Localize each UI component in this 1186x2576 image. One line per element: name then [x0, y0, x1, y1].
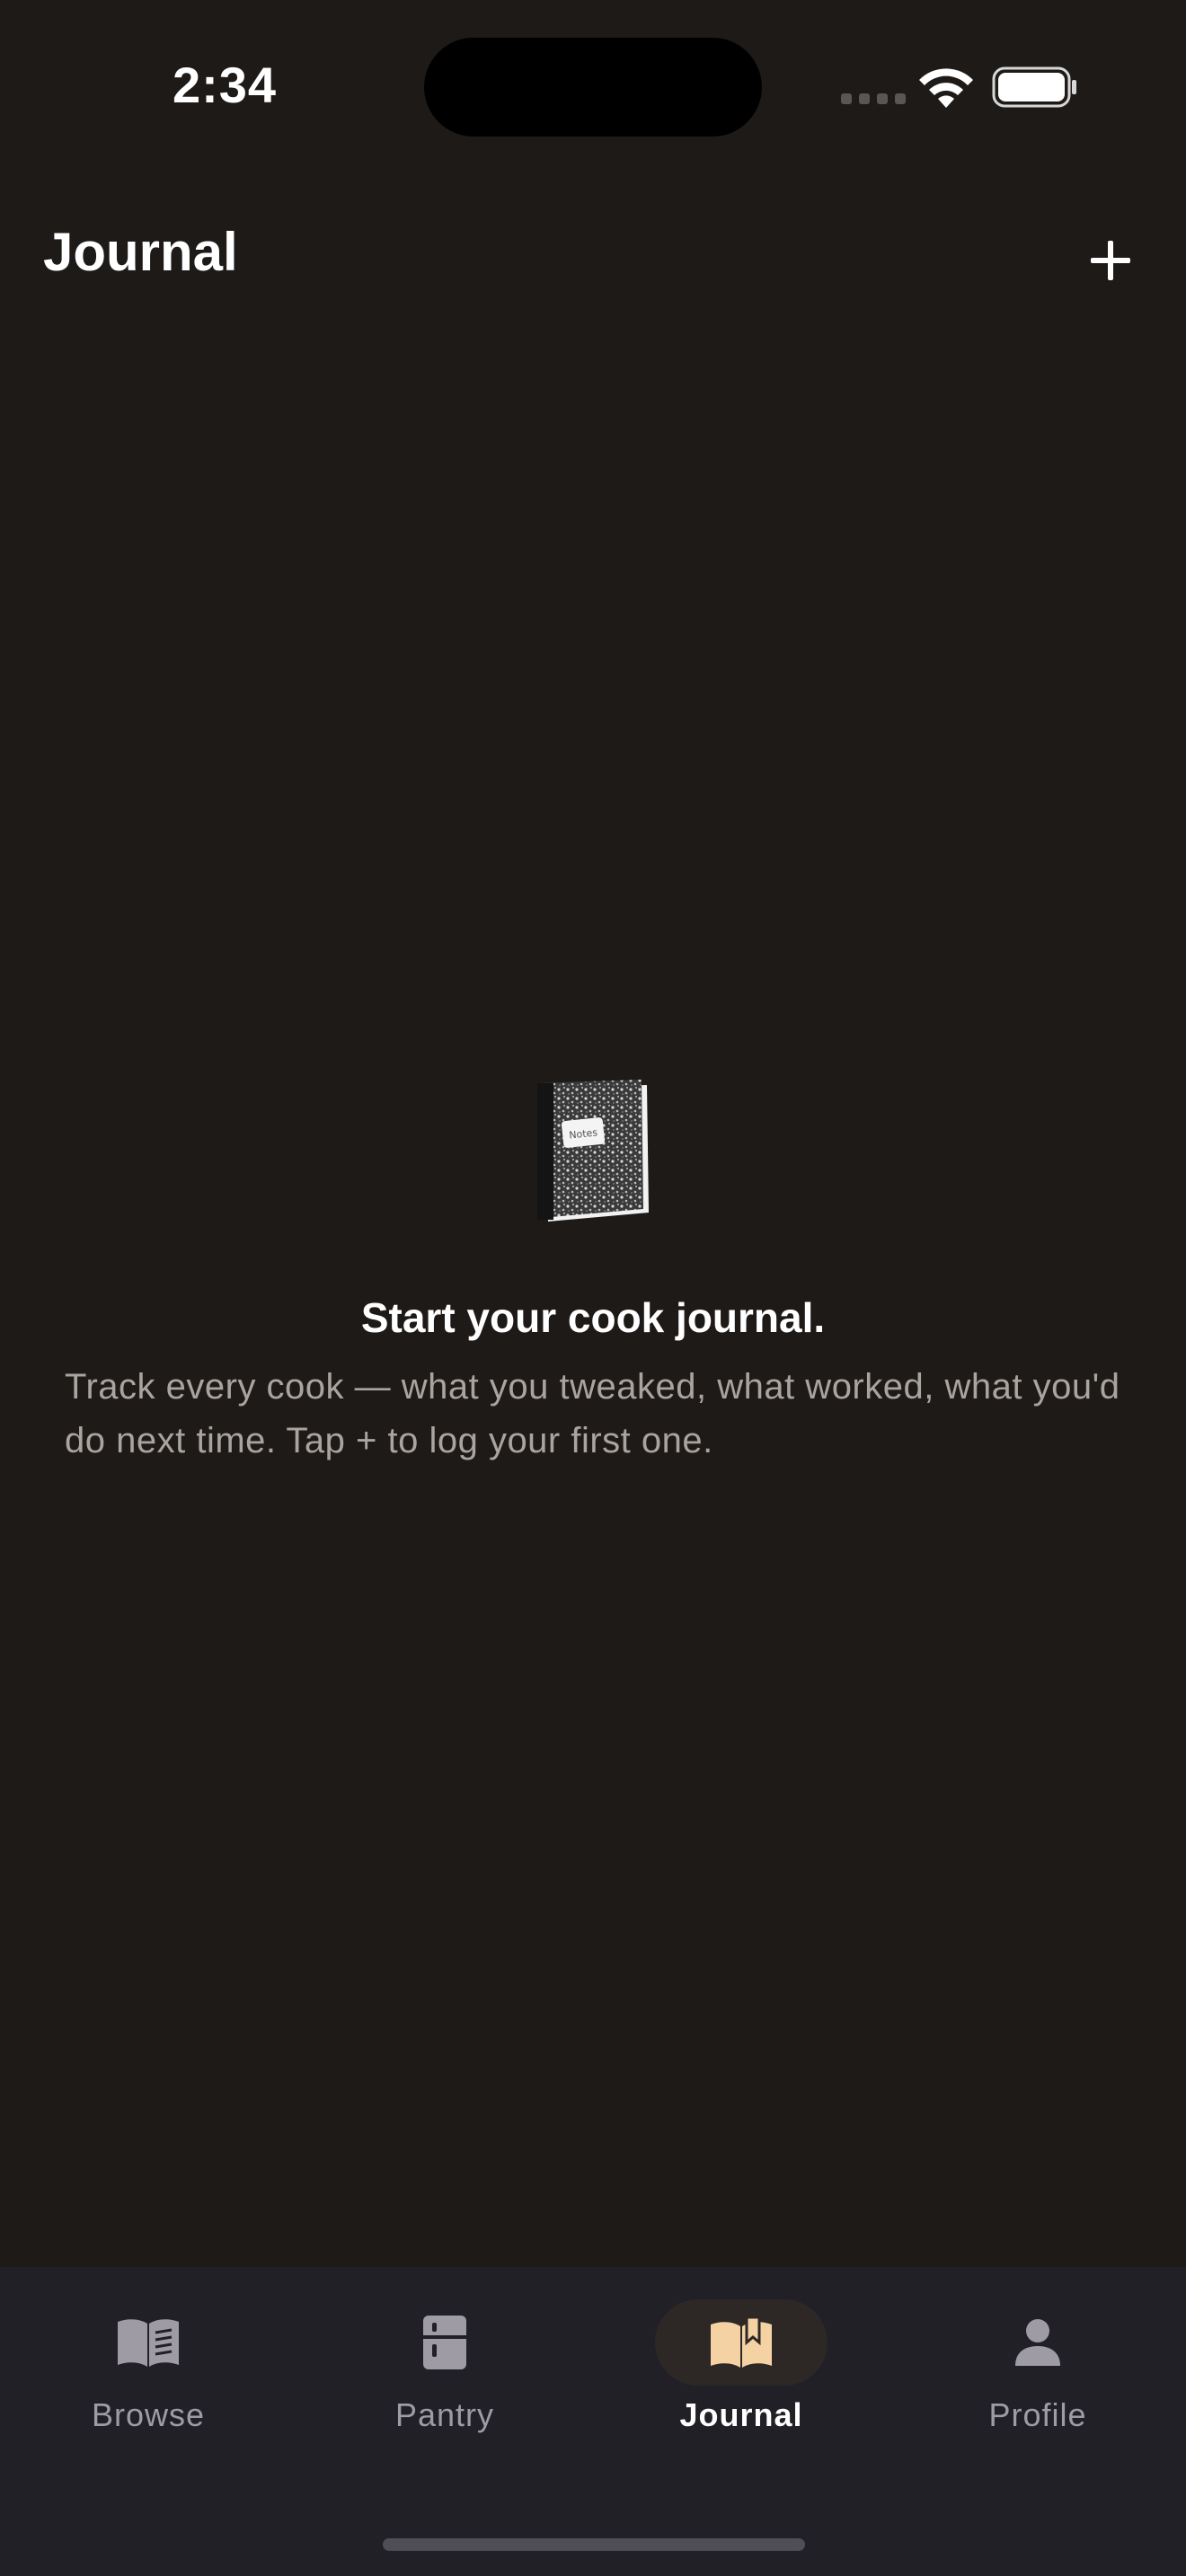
home-indicator[interactable] [383, 2538, 805, 2551]
fridge-icon [423, 2316, 466, 2369]
status-time: 2:34 [172, 57, 278, 113]
empty-state-title: Start your cook journal. [360, 1294, 826, 1341]
journal-screen: 2:34 Journal Notes Start your cook journ… [0, 0, 1186, 2576]
notebook-icon: Notes [537, 1080, 649, 1222]
open-book-icon [118, 2319, 179, 2367]
tab-journal[interactable]: Journal [593, 2267, 890, 2483]
tab-icon-container [62, 2299, 235, 2386]
status-bar: 2:34 [0, 0, 1186, 171]
tab-label-browse: Browse [91, 2396, 206, 2433]
header: Journal [0, 207, 1186, 305]
cellular-signal-icon [841, 93, 906, 104]
page-title: Journal [43, 222, 238, 282]
tab-icon-container [655, 2299, 828, 2386]
journal-icon [711, 2316, 772, 2368]
tab-icon-container [358, 2299, 531, 2386]
plus-icon [1091, 241, 1130, 280]
battery-icon [992, 66, 1076, 108]
tab-bar: Browse Pantry Journal Profile [0, 2267, 1186, 2576]
tab-browse[interactable]: Browse [0, 2267, 296, 2483]
tab-pantry[interactable]: Pantry [296, 2267, 593, 2483]
empty-state: Notes Start your cook journal. Track eve… [0, 1078, 1186, 1468]
add-journal-entry-button[interactable] [1075, 225, 1146, 296]
tab-label-journal: Journal [679, 2396, 803, 2433]
wifi-icon [919, 68, 973, 108]
dynamic-island [424, 38, 762, 137]
empty-state-description: Track every cook — what you tweaked, wha… [65, 1367, 1120, 1460]
tab-label-pantry: Pantry [394, 2396, 495, 2433]
tab-profile[interactable]: Profile [890, 2267, 1186, 2483]
tab-label-profile: Profile [988, 2396, 1087, 2433]
tab-icon-container [951, 2299, 1124, 2386]
person-icon [1015, 2319, 1060, 2366]
